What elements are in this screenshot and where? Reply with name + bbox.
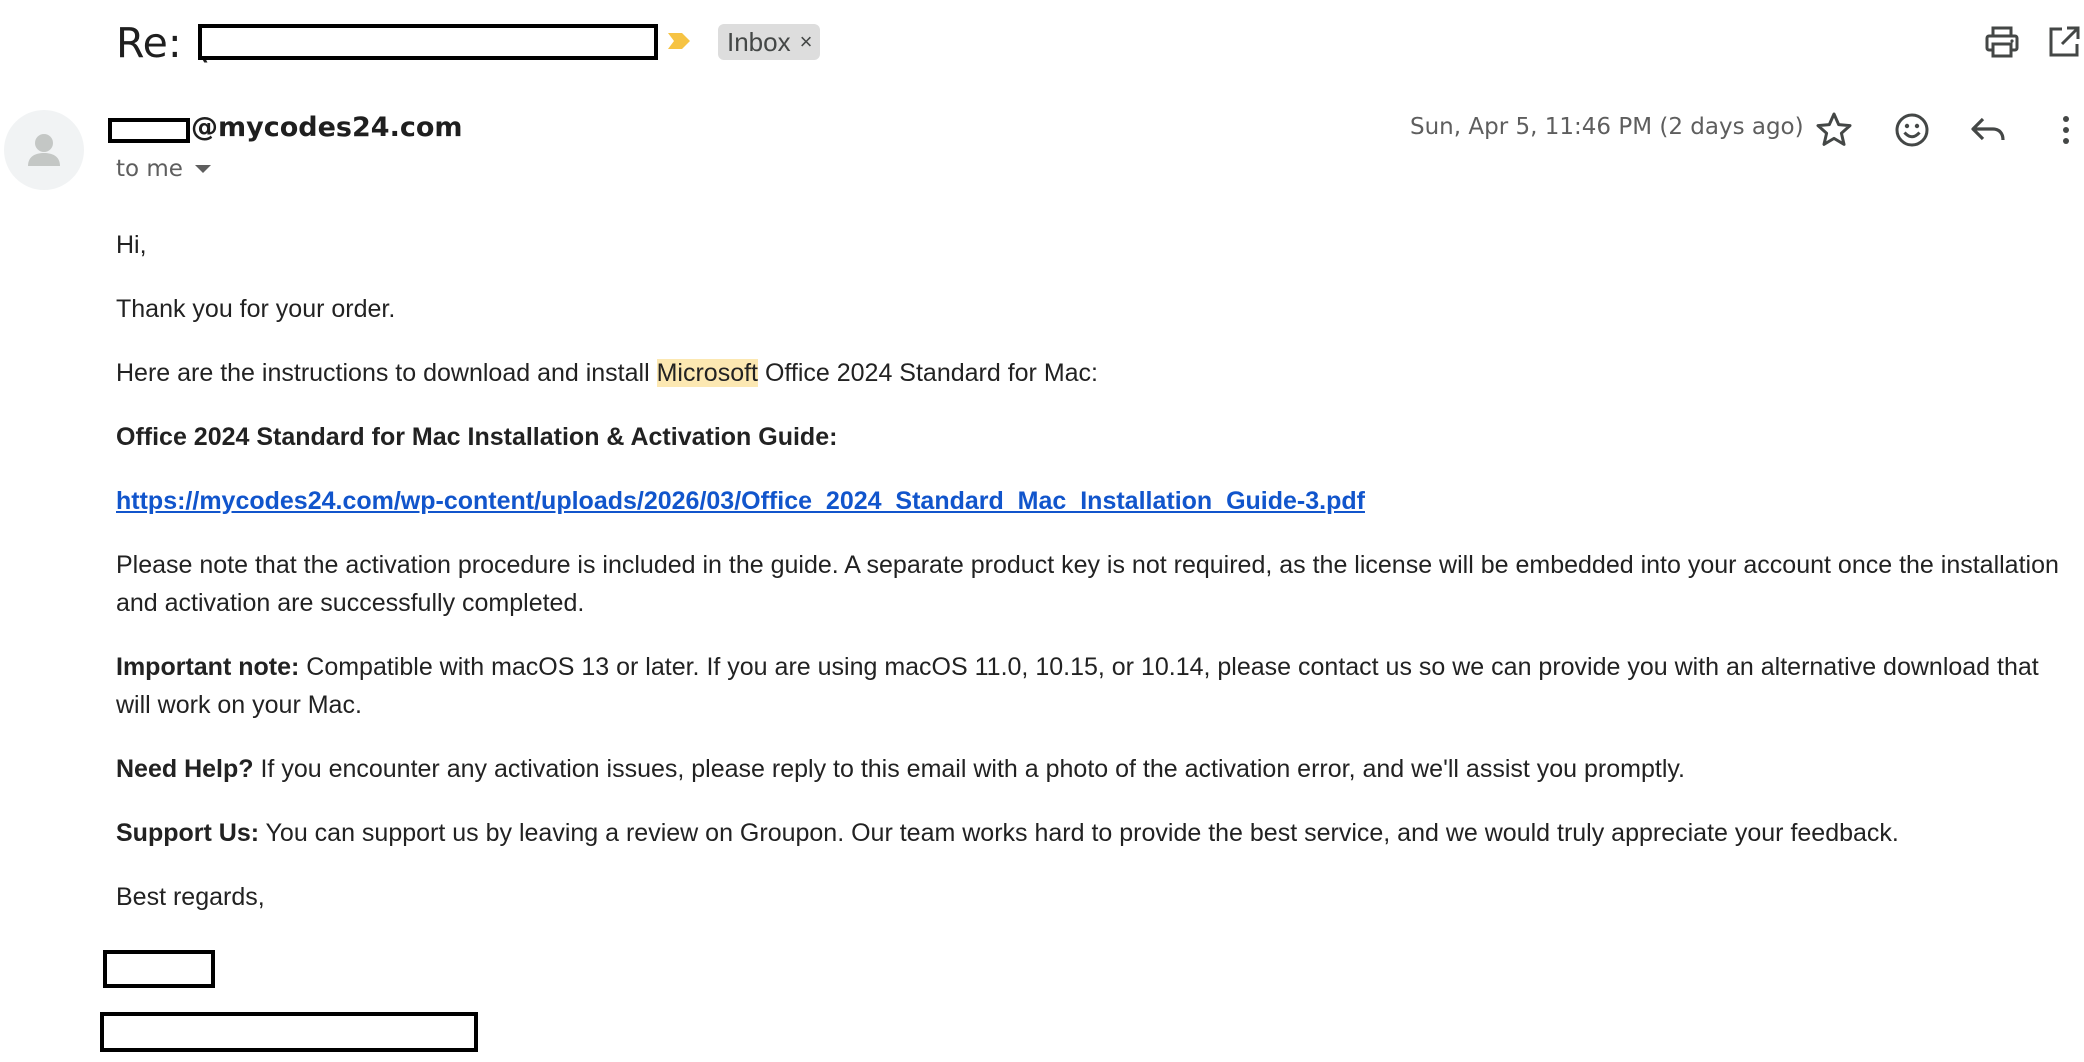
printer-icon[interactable] [1982, 22, 2022, 62]
chevron-down-icon [194, 165, 211, 173]
thanks-line: Thank you for your order. [116, 295, 396, 323]
greeting: Hi, [116, 231, 147, 259]
redaction-box [100, 1012, 478, 1052]
activation-note: Please note that the activation procedur… [116, 551, 2059, 617]
subject-row: Re: ( [116, 14, 211, 72]
support-note: Support Us: You can support us by leavin… [116, 814, 2076, 852]
support-label: Support Us: [116, 819, 260, 847]
instructions-text: Here are the instructions to download an… [116, 359, 657, 387]
importance-marker-icon[interactable] [666, 32, 692, 50]
recipient-details-toggle[interactable]: to me [116, 156, 211, 182]
help-note: Need Help? If you encounter any activati… [116, 750, 2076, 788]
person-icon [28, 134, 60, 166]
sender-avatar[interactable] [4, 110, 84, 190]
guide-heading-text: Office 2024 Standard for Mac Installatio… [116, 423, 838, 451]
label-chip-inbox: Inbox × [718, 24, 821, 60]
message-timestamp: Sun, Apr 5, 11:46 PM (2 days ago) [1410, 114, 1804, 140]
more-options-icon[interactable] [2044, 108, 2084, 152]
instructions-text-end: Office 2024 Standard for Mac: [758, 359, 1099, 387]
help-label: Need Help? [116, 755, 254, 783]
emoji-reaction-icon[interactable] [1890, 108, 1934, 152]
closing: Best regards, [116, 883, 265, 911]
important-note: Important note: Compatible with macOS 13… [116, 648, 2076, 724]
reply-icon[interactable] [1966, 108, 2010, 152]
guide-link-paragraph: https://mycodes24.com/wp-content/uploads… [116, 482, 2076, 520]
recipient-label: to me [116, 156, 183, 182]
redaction-box [198, 24, 658, 60]
guide-link[interactable]: https://mycodes24.com/wp-content/uploads… [116, 487, 1365, 515]
redaction-box [103, 950, 215, 988]
star-icon[interactable] [1812, 108, 1856, 152]
redaction-box [108, 118, 190, 143]
important-label: Important note: [116, 653, 300, 681]
remove-label-button[interactable]: × [800, 29, 813, 55]
email-view: Re: ( Inbox × @mycodes24.com to me Sun, … [0, 0, 2084, 1062]
help-text: If you encounter any activation issues, … [253, 755, 1685, 783]
open-in-new-icon[interactable] [2044, 22, 2084, 62]
support-text: You can support us by leaving a review o… [259, 819, 1899, 847]
instructions-line: Here are the instructions to download an… [116, 354, 2076, 392]
subject-title: Re: ( [116, 19, 211, 67]
message-body: Hi, Thank you for your order. Here are t… [116, 226, 2076, 942]
important-text: Compatible with macOS 13 or later. If yo… [116, 653, 2039, 719]
search-highlight: Microsoft [656, 359, 758, 387]
guide-heading: Office 2024 Standard for Mac Installatio… [116, 418, 2076, 456]
sender-email[interactable]: @mycodes24.com [191, 112, 463, 143]
label-chip-text: Inbox [727, 26, 791, 57]
